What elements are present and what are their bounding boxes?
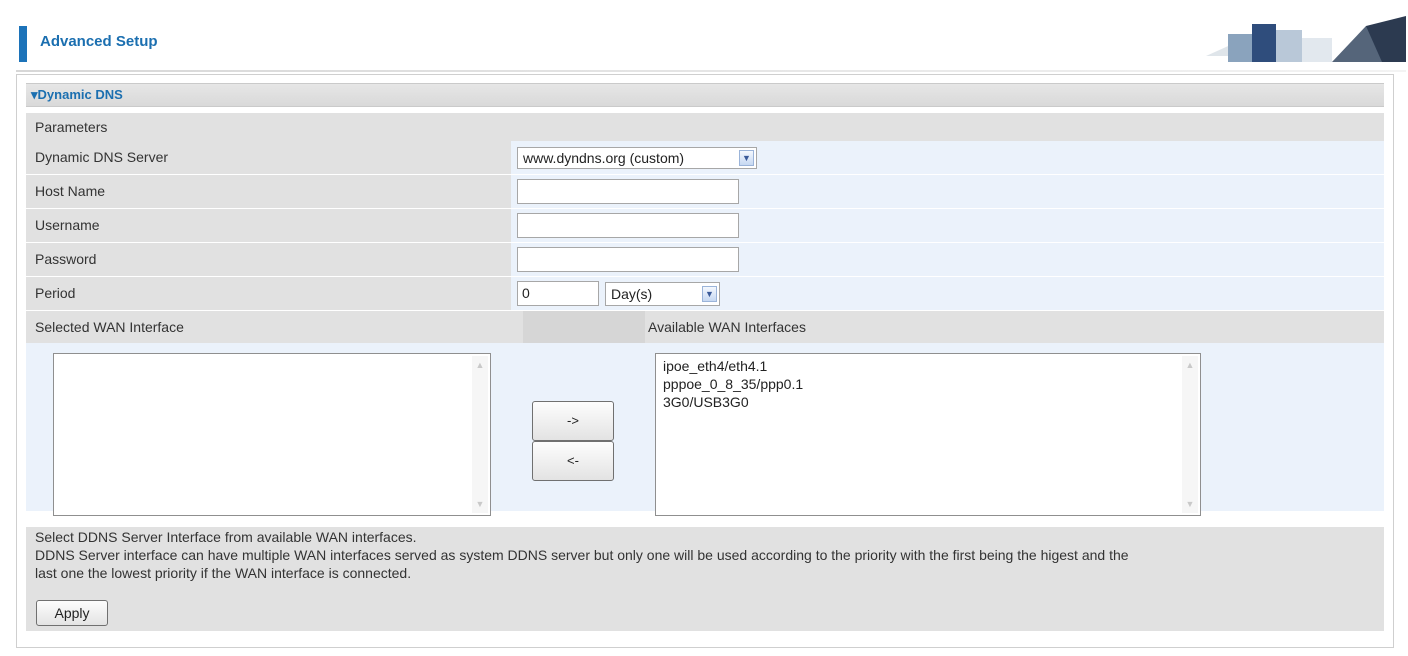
scroll-down-icon[interactable]: ▼ bbox=[1184, 497, 1196, 511]
apply-button[interactable]: Apply bbox=[36, 600, 108, 626]
page-title: Advanced Setup bbox=[40, 33, 158, 50]
available-wan-option[interactable]: ipoe_eth4/eth4.1 bbox=[663, 358, 767, 374]
username-label: Username bbox=[35, 217, 100, 233]
selected-wan-scrollbar[interactable]: ▲ ▼ bbox=[472, 356, 488, 513]
available-wan-label: Available WAN Interfaces bbox=[648, 319, 806, 335]
header-accent-bar bbox=[19, 26, 27, 62]
apply-row: Apply bbox=[26, 593, 1384, 632]
password-label: Password bbox=[35, 251, 97, 267]
dns-server-value: www.dyndns.org (custom) bbox=[523, 150, 685, 166]
section-header[interactable]: ▾Dynamic DNS bbox=[26, 83, 1384, 107]
server-label: Dynamic DNS Server bbox=[35, 149, 169, 165]
server-row: Dynamic DNS Server www.dyndns.org (custo… bbox=[26, 141, 1384, 175]
help-note-line: DDNS Server interface can have multiple … bbox=[35, 547, 1129, 563]
host-name-label: Host Name bbox=[35, 183, 106, 199]
help-note-line: Select DDNS Server Interface from availa… bbox=[35, 529, 417, 545]
password-input[interactable] bbox=[517, 247, 739, 272]
host-name-row: Host Name bbox=[26, 175, 1384, 209]
username-row: Username bbox=[26, 209, 1384, 243]
chevron-down-icon[interactable]: ▼ bbox=[702, 286, 717, 302]
selected-wan-label: Selected WAN Interface bbox=[35, 319, 184, 335]
period-input[interactable]: 0 bbox=[517, 281, 599, 306]
period-unit-value: Day(s) bbox=[611, 286, 653, 302]
parameters-row: Parameters bbox=[26, 113, 1384, 142]
header-decoration-image bbox=[1206, 16, 1406, 62]
period-label-cell bbox=[26, 277, 511, 310]
period-label: Period bbox=[35, 285, 76, 301]
chevron-down-icon[interactable]: ▼ bbox=[739, 150, 754, 166]
scroll-down-icon[interactable]: ▼ bbox=[474, 497, 486, 511]
username-input[interactable] bbox=[517, 213, 739, 238]
available-wan-option[interactable]: 3G0/USB3G0 bbox=[663, 394, 749, 410]
selected-wan-listbox[interactable]: ▲ ▼ bbox=[53, 353, 491, 516]
host-name-input[interactable] bbox=[517, 179, 739, 204]
wan-header-spacer bbox=[523, 311, 645, 343]
header-divider bbox=[16, 70, 1406, 72]
section-title[interactable]: ▾Dynamic DNS bbox=[31, 87, 123, 103]
wan-header-row: Selected WAN Interface Available WAN Int… bbox=[26, 311, 1384, 344]
dynamic-dns-panel: ▾Dynamic DNS Parameters Dynamic DNS Serv… bbox=[16, 74, 1394, 648]
parameters-label: Parameters bbox=[35, 119, 108, 135]
password-row: Password bbox=[26, 243, 1384, 277]
available-wan-listbox[interactable]: ipoe_eth4/eth4.1 pppoe_0_8_35/ppp0.1 3G0… bbox=[655, 353, 1201, 516]
password-label-cell bbox=[26, 243, 511, 276]
page-header: Advanced Setup bbox=[16, 10, 1406, 72]
move-left-button[interactable]: <- bbox=[532, 441, 614, 481]
wan-lists-row: ▲ ▼ -> <- ipoe_eth4/eth4.1 pppoe_0_8_35/… bbox=[26, 343, 1384, 516]
available-wan-option[interactable]: pppoe_0_8_35/ppp0.1 bbox=[663, 376, 803, 392]
help-note: Select DDNS Server Interface from availa… bbox=[26, 527, 1384, 593]
period-row: Period 0 Day(s) ▼ bbox=[26, 277, 1384, 311]
scroll-up-icon[interactable]: ▲ bbox=[1184, 358, 1196, 372]
dns-server-select[interactable]: www.dyndns.org (custom) ▼ bbox=[517, 147, 757, 169]
move-right-button[interactable]: -> bbox=[532, 401, 614, 441]
available-wan-scrollbar[interactable]: ▲ ▼ bbox=[1182, 356, 1198, 513]
period-unit-select[interactable]: Day(s) ▼ bbox=[605, 282, 720, 306]
help-note-line: last one the lowest priority if the WAN … bbox=[35, 565, 412, 581]
scroll-up-icon[interactable]: ▲ bbox=[474, 358, 486, 372]
section-title-text: Dynamic DNS bbox=[37, 87, 123, 102]
